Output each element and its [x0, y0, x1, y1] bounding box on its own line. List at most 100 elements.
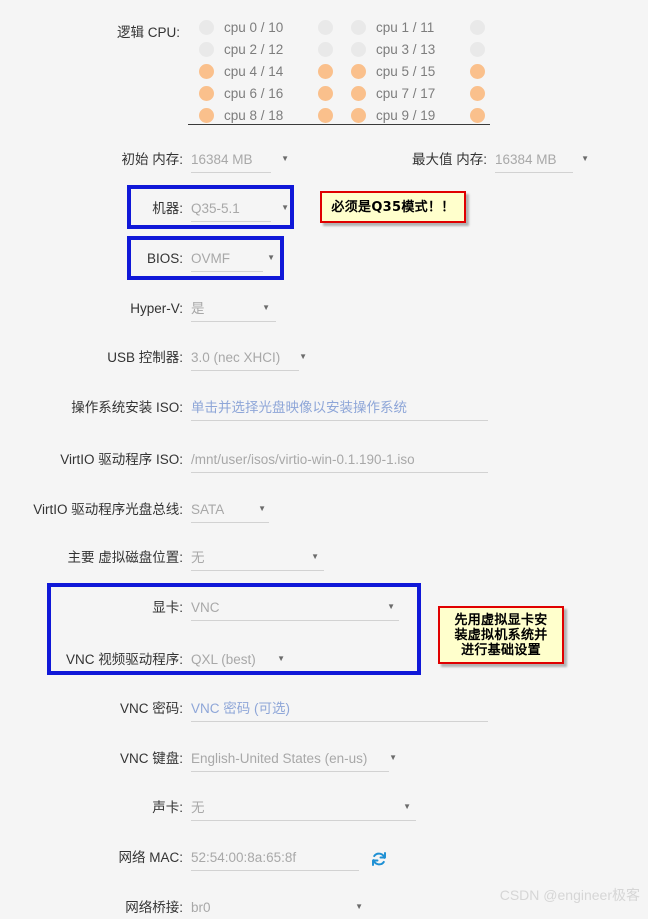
network-mac-input[interactable]: 52:54:00:8a:65:8f [191, 849, 359, 871]
cpu-label: cpu 3 / 13 [376, 41, 436, 57]
hyperv-row: Hyper-V: 是 ▼ [0, 300, 300, 322]
graphics-annotation-line-3: 进行基础设置 [461, 642, 541, 658]
vnc-keyboard-row: VNC 键盘: English-United States (en-us) ▼ [0, 750, 420, 772]
logical-cpu-label: 逻辑 CPU: [117, 25, 181, 40]
cpu-label: cpu 7 / 17 [376, 85, 436, 101]
machine-annotation-callout: 必须是Q35模式！！ [320, 191, 466, 223]
cpu-toggle-dot-left[interactable] [199, 63, 214, 79]
cpu-row: cpu 8 / 18 cpu 9 / 19 [199, 104, 503, 126]
chevron-down-icon[interactable]: ▼ [403, 803, 411, 811]
cpu-label: cpu 1 / 11 [376, 19, 435, 35]
network-mac-label: 网络 MAC: [118, 850, 183, 865]
cpu-toggle-dot-left[interactable] [351, 63, 366, 79]
cpu-label: cpu 6 / 16 [224, 85, 284, 101]
virtio-driver-iso-input[interactable]: /mnt/user/isos/virtio-win-0.1.190-1.iso [191, 451, 488, 473]
network-bridge-row: 网络桥接: br0 ▼ [0, 899, 400, 919]
sound-card-row: 声卡: 无 ▼ [0, 799, 430, 821]
cpu-toggle-pair[interactable]: cpu 2 / 12 [199, 41, 351, 57]
virtio-cd-bus-select[interactable]: SATA ▼ [191, 501, 269, 523]
chevron-down-icon[interactable]: ▼ [299, 353, 307, 361]
cpu-toggle-pair[interactable]: cpu 1 / 11 [351, 19, 503, 35]
cpu-toggle-dot-right[interactable] [470, 107, 485, 123]
chevron-down-icon[interactable]: ▼ [389, 754, 397, 762]
cpu-toggle-pair[interactable]: cpu 7 / 17 [351, 85, 503, 101]
chevron-down-icon[interactable]: ▼ [581, 155, 589, 163]
initial-memory-row: 初始 内存: 16384 MB ▼ [0, 151, 300, 173]
cpu-toggle-dot-left[interactable] [351, 85, 366, 101]
cpu-toggle-dot-right[interactable] [470, 19, 485, 35]
chevron-down-icon[interactable]: ▼ [355, 903, 363, 911]
cpu-row: cpu 4 / 14 cpu 5 / 15 [199, 60, 503, 82]
vnc-password-input[interactable]: VNC 密码 (可选) [191, 700, 488, 722]
cpu-toggle-dot-left[interactable] [199, 85, 214, 101]
chevron-down-icon[interactable]: ▼ [281, 204, 289, 212]
vnc-keyboard-select[interactable]: English-United States (en-us) ▼ [191, 750, 397, 772]
vnc-video-driver-label: VNC 视频驱动程序: [65, 652, 183, 667]
network-bridge-value: br0 [191, 900, 211, 915]
graphics-card-row: 显卡: VNC ▼ [0, 599, 500, 621]
cpu-toggle-dot-left[interactable] [351, 19, 366, 35]
cpu-toggle-dot-right[interactable] [318, 107, 333, 123]
primary-vdisk-location-select[interactable]: 无 ▼ [191, 549, 324, 571]
cpu-toggle-dot-right[interactable] [318, 41, 333, 57]
machine-select[interactable]: Q35-5.1 ▼ [191, 200, 289, 222]
cpu-toggle-dot-right[interactable] [470, 63, 485, 79]
cpu-label: cpu 9 / 19 [376, 107, 436, 123]
vnc-password-label: VNC 密码: [119, 701, 183, 716]
cpu-label: cpu 5 / 15 [376, 63, 436, 79]
cpu-toggle-dot-left[interactable] [351, 107, 366, 123]
chevron-down-icon[interactable]: ▼ [277, 655, 285, 663]
cpu-row: cpu 6 / 16 cpu 7 / 17 [199, 82, 503, 104]
sound-card-value: 无 [191, 800, 205, 815]
max-memory-value: 16384 MB [495, 152, 557, 167]
usb-controller-label: USB 控制器: [107, 350, 183, 365]
cpu-toggle-pair[interactable]: cpu 6 / 16 [199, 85, 351, 101]
usb-controller-row: USB 控制器: 3.0 (nec XHCI) ▼ [0, 349, 340, 371]
cpu-toggle-pair[interactable]: cpu 5 / 15 [351, 63, 503, 79]
vnc-video-driver-select[interactable]: QXL (best) ▼ [191, 651, 285, 673]
chevron-down-icon[interactable]: ▼ [267, 254, 275, 262]
cpu-row: cpu 2 / 12 cpu 3 / 13 [199, 38, 503, 60]
cpu-toggle-pair[interactable]: cpu 0 / 10 [199, 19, 351, 35]
cpu-toggle-dot-left[interactable] [199, 19, 214, 35]
cpu-toggle-dot-right[interactable] [318, 19, 333, 35]
vnc-video-driver-value: QXL (best) [191, 652, 256, 667]
cpu-toggle-pair[interactable]: cpu 9 / 19 [351, 107, 503, 123]
sound-card-select[interactable]: 无 ▼ [191, 799, 416, 821]
cpu-toggle-pair[interactable]: cpu 3 / 13 [351, 41, 503, 57]
chevron-down-icon[interactable]: ▼ [311, 553, 319, 561]
cpu-toggle-dot-left[interactable] [199, 107, 214, 123]
hyperv-select[interactable]: 是 ▼ [191, 300, 276, 322]
vnc-keyboard-value: English-United States (en-us) [191, 751, 368, 766]
cpu-toggle-dot-right[interactable] [470, 85, 485, 101]
max-memory-select[interactable]: 16384 MB ▼ [495, 151, 589, 173]
chevron-down-icon[interactable]: ▼ [258, 505, 266, 513]
graphics-card-select[interactable]: VNC ▼ [191, 599, 399, 621]
os-install-iso-row: 操作系统安装 ISO: 单击并选择光盘映像以安装操作系统 [0, 399, 500, 421]
cpu-toggle-dot-left[interactable] [199, 41, 214, 57]
graphics-annotation-callout: 先用虚拟显卡安 装虚拟机系统并 进行基础设置 [438, 606, 564, 664]
cpu-toggle-dot-right[interactable] [318, 63, 333, 79]
cpu-row: cpu 0 / 10 cpu 1 / 11 [199, 16, 503, 38]
cpu-toggle-dot-right[interactable] [318, 85, 333, 101]
cpu-toggle-dot-right[interactable] [470, 41, 485, 57]
bios-select[interactable]: OVMF ▼ [191, 250, 275, 272]
chevron-down-icon[interactable]: ▼ [281, 155, 289, 163]
refresh-icon[interactable] [370, 850, 388, 868]
graphics-annotation-line-2: 装虚拟机系统并 [454, 627, 548, 643]
section-divider [188, 124, 490, 125]
chevron-down-icon[interactable]: ▼ [262, 304, 270, 312]
cpu-toggle-pair[interactable]: cpu 8 / 18 [199, 107, 351, 123]
cpu-toggle-pair[interactable]: cpu 4 / 14 [199, 63, 351, 79]
sound-card-label: 声卡: [152, 800, 183, 815]
max-memory-label: 最大值 内存: [411, 152, 487, 167]
chevron-down-icon[interactable]: ▼ [387, 603, 395, 611]
vm-settings-form: 逻辑 CPU: cpu 0 / 10 cpu 1 / 11 cpu 2 / 12 [0, 0, 648, 919]
initial-memory-select[interactable]: 16384 MB ▼ [191, 151, 289, 173]
os-install-iso-input[interactable]: 单击并选择光盘映像以安装操作系统 [191, 399, 488, 421]
bios-value: OVMF [191, 251, 230, 266]
os-install-iso-label: 操作系统安装 ISO: [71, 400, 183, 415]
cpu-toggle-dot-left[interactable] [351, 41, 366, 57]
usb-controller-select[interactable]: 3.0 (nec XHCI) ▼ [191, 349, 307, 371]
network-bridge-select[interactable]: br0 ▼ [191, 899, 366, 919]
